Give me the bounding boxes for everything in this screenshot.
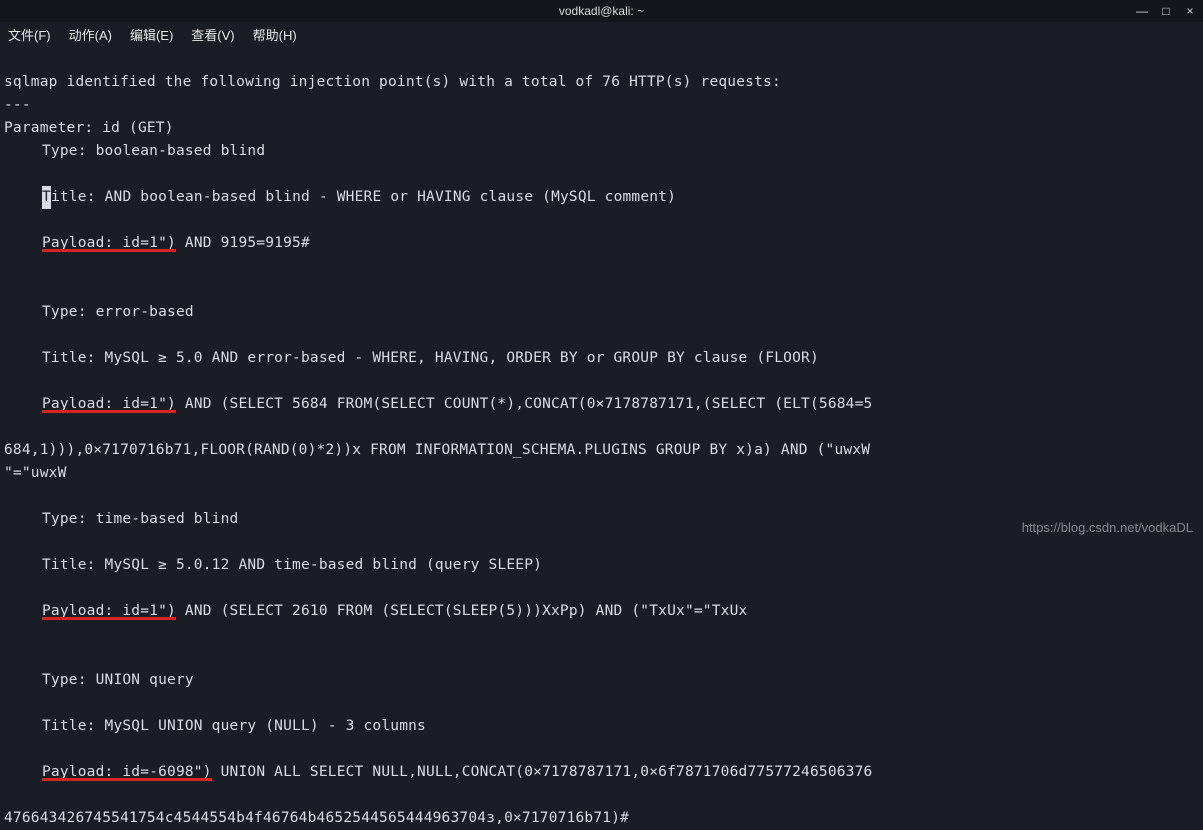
close-button[interactable]: × [1183,4,1197,18]
b2-title: Title: MySQL ≥ 5.0 AND error-based - WHE… [4,347,1199,370]
window-controls: — □ × [1135,0,1197,22]
menu-edit[interactable]: 编辑(E) [130,25,173,44]
payload-highlight: Payload: id=1") [42,603,176,619]
output-param: Parameter: id (GET) [4,120,174,136]
b4-type: Type: UNION query [4,669,1199,692]
window-title: vodkadl@kali: ~ [559,4,644,18]
minimize-button[interactable]: — [1135,4,1149,18]
payload-highlight: Payload: id=1") [42,396,176,412]
payload-highlight: Payload: id=-6098") [42,764,212,780]
b3-type: Type: time-based blind [4,508,1199,531]
b4-wrap: 476643426745541754c4544554b4f46764b46525… [4,810,629,826]
maximize-button[interactable]: □ [1159,4,1173,18]
output-dashes: --- [4,97,31,113]
output-header: sqlmap identified the following injectio… [4,74,781,90]
payload-highlight: Payload: id=1") [42,235,176,251]
blank-line [4,281,13,297]
menu-bar: 文件(F) 动作(A) 编辑(E) 查看(V) 帮助(H) [0,22,1203,46]
b4-payload: Payload: id=-6098") UNION ALL SELECT NUL… [4,761,1199,784]
b1-payload: Payload: id=1") AND 9195=9195# [4,232,1199,255]
b2-wrap1: 684,1))),0×7170716b71,FLOOR(RAND(0)*2))x… [4,442,870,458]
terminal-output[interactable]: sqlmap identified the following injectio… [0,46,1203,830]
b2-type: Type: error-based [4,301,1199,324]
menu-file[interactable]: 文件(F) [8,25,51,44]
b1-type: Type: boolean-based blind [4,140,1199,163]
window-titlebar: vodkadl@kali: ~ — □ × [0,0,1203,22]
menu-view[interactable]: 查看(V) [191,25,234,44]
blank-line [4,649,13,665]
b3-payload: Payload: id=1") AND (SELECT 2610 FROM (S… [4,600,1199,623]
menu-help[interactable]: 帮助(H) [253,25,297,44]
b2-payload: Payload: id=1") AND (SELECT 5684 FROM(SE… [4,393,1199,416]
b1-title: Title: AND boolean-based blind - WHERE o… [4,186,1199,209]
blank-line [4,488,13,504]
b3-title: Title: MySQL ≥ 5.0.12 AND time-based bli… [4,554,1199,577]
cursor-block: T [42,186,51,209]
b2-wrap2: "="uwxW [4,465,67,481]
menu-action[interactable]: 动作(A) [69,25,112,44]
b4-title: Title: MySQL UNION query (NULL) - 3 colu… [4,715,1199,738]
